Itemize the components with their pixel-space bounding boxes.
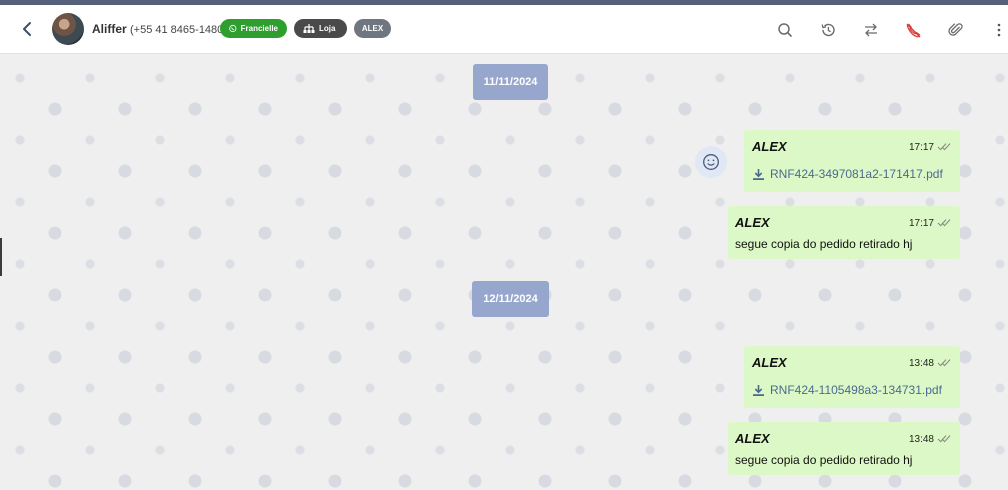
date-separator: 11/11/2024 (473, 64, 548, 100)
date-label: 11/11/2024 (483, 76, 538, 88)
date-separator: 12/11/2024 (472, 281, 549, 317)
message-sender: ALEX (752, 139, 787, 154)
message-bubble[interactable]: ALEX 17:17 RNF424-3497081a2-171417.pdf (744, 130, 960, 192)
file-name: RNF424-1105498a3-134731.pdf (770, 383, 942, 397)
store-icon (303, 24, 315, 33)
smiley-icon (703, 154, 719, 170)
history-button[interactable] (817, 19, 839, 41)
store-tag-label: Loja (319, 24, 336, 33)
double-check-icon (937, 435, 951, 443)
file-name: RNF424-3497081a2-171417.pdf (770, 167, 943, 181)
attach-button[interactable] (945, 19, 967, 41)
history-icon (821, 23, 835, 37)
contact-name: Aliffer (92, 22, 127, 36)
more-vertical-icon (997, 23, 1001, 37)
end-chat-button[interactable] (902, 19, 924, 41)
back-button[interactable] (16, 17, 38, 41)
message-bubble[interactable]: ALEX 13:48 segue copia do pedido retirad… (728, 422, 960, 475)
attachment-icon (948, 23, 963, 36)
message-text: segue copia do pedido retirado hj (735, 453, 913, 467)
message-sender: ALEX (735, 215, 770, 230)
whatsapp-tag[interactable]: Francielle (220, 19, 287, 38)
message-time: 13:48 (908, 434, 934, 445)
transfer-icon (865, 23, 877, 37)
download-icon (753, 384, 764, 396)
reaction-button[interactable] (695, 146, 727, 178)
double-check-icon (937, 219, 951, 227)
search-icon (778, 23, 792, 37)
contact-info[interactable]: Aliffer (+55 41 8465-1480) (92, 22, 227, 36)
store-tag[interactable]: Loja (294, 19, 347, 38)
transfer-button[interactable] (860, 19, 882, 41)
date-label: 12/11/2024 (483, 293, 538, 305)
file-attachment-link[interactable]: RNF424-3497081a2-171417.pdf (752, 167, 943, 181)
whatsapp-tag-label: Francielle (240, 24, 278, 33)
more-button[interactable] (992, 19, 1006, 41)
message-bubble[interactable]: ALEX 17:17 segue copia do pedido retirad… (728, 206, 960, 259)
user-tag[interactable]: ALEX (354, 19, 391, 38)
message-text: segue copia do pedido retirado hj (735, 237, 913, 251)
sidebar-edge (0, 238, 2, 276)
message-bubble[interactable]: ALEX 13:48 RNF424-1105498a3-134731.pdf (744, 346, 960, 408)
message-time: 13:48 (908, 358, 934, 369)
user-tag-label: ALEX (361, 24, 384, 33)
whatsapp-icon (229, 24, 237, 33)
search-button[interactable] (774, 19, 796, 41)
message-sender: ALEX (735, 431, 770, 446)
download-icon (753, 168, 764, 180)
message-time: 17:17 (908, 142, 934, 153)
double-check-icon (937, 143, 951, 151)
contact-phone: (+55 41 8465-1480) (130, 24, 227, 36)
double-check-icon (937, 359, 951, 367)
file-attachment-link[interactable]: RNF424-1105498a3-134731.pdf (752, 383, 942, 397)
avatar[interactable] (52, 13, 84, 45)
message-sender: ALEX (752, 355, 787, 370)
phone-off-icon (906, 23, 920, 37)
back-icon (23, 22, 31, 36)
message-time: 17:17 (908, 218, 934, 229)
chat-header: Aliffer (+55 41 8465-1480) Francielle Lo… (0, 5, 1008, 54)
